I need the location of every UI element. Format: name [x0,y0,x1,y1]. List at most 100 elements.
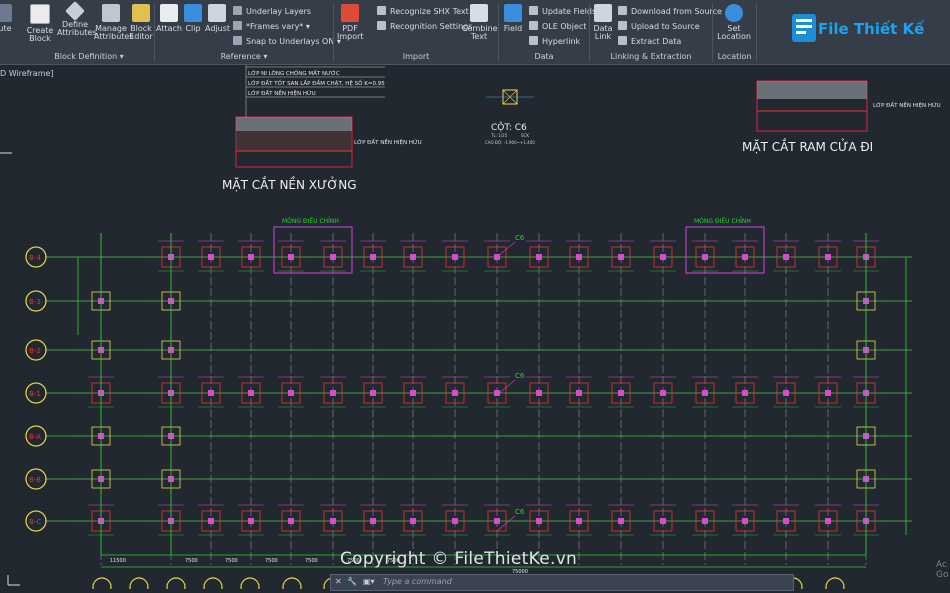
update-fields-button[interactable]: Update Fields [529,5,596,18]
section-note: LỚP NI LÔNG CHỐNG MẤT NƯỚC [248,69,340,77]
command-line[interactable]: ✕ 🔧 ▣▾ Type a command [330,574,794,591]
ole-object-button[interactable]: OLE Object [529,20,586,33]
bottom-axis-bubble [129,577,149,593]
foundation-plan [0,152,912,593]
frames-vary-dropdown[interactable]: *Frames vary* ▾ [233,20,310,33]
attach-icon [160,4,178,22]
attach-button[interactable]: Attach [156,4,182,33]
command-input[interactable]: Type a command [383,577,452,586]
download-from-source-button[interactable]: Download from Source [618,5,722,18]
underlay-layers-button[interactable]: Underlay Layers [233,5,311,18]
c6-tag: C6 [515,234,525,242]
column-mark [452,390,458,396]
ribbon-button-ute[interactable]: ute [0,4,16,33]
snap-underlays-dropdown[interactable]: Snap to Underlays ON ▾ [233,35,341,48]
column-mark [576,390,582,396]
section-note: LỚP ĐẤT TỐT SAN LẤP ĐẦM CHẶT, HỆ SỐ K=0.… [248,79,385,87]
clip-button[interactable]: Clip [183,4,203,33]
bottom-dim-text: 7500 [185,558,198,564]
close-icon[interactable]: ✕ [335,577,342,586]
clip-icon [184,4,202,22]
adjust-icon [208,4,226,22]
column-mark [702,390,708,396]
column-mark [702,254,708,260]
panel-import: Import [402,52,430,61]
field-button[interactable]: Field [501,4,525,33]
panel-location: Location [717,52,752,61]
column-scale: TL: 1/25 [490,133,508,138]
bottom-axis-bubble [282,577,302,593]
column-mark [618,390,624,396]
filethietke-logo: File Thiết Kế.vn [786,10,950,48]
pencil-icon [132,4,150,22]
axis-label: B-B [29,476,41,484]
column-mark [410,254,416,260]
column-mark [494,518,500,524]
upload-to-source-button[interactable]: Upload to Source [618,20,700,33]
bottom-dim-text: 7500 [265,558,278,564]
axis-label: B-2 [29,347,41,355]
column-mark [742,254,748,260]
axis-label: B-1 [29,390,41,398]
tag-icon [65,1,85,21]
set-location-button[interactable]: Set Location [715,4,753,41]
manage-attributes-icon [102,4,120,22]
panel-data: Data [534,52,554,61]
title-nen-xuong: MẶT CẮT NỀN XƯỞNG [222,176,357,192]
activate-windows-hint: Ac Go [936,560,949,580]
panel-reference[interactable]: Reference ▾ [155,51,333,63]
column-mark [248,518,254,524]
download-icon [618,6,627,15]
block-editor-button[interactable]: Block Editor [128,4,154,41]
column-mark [410,390,416,396]
column-mark [208,518,214,524]
panel-block-definition[interactable]: Block Definition ▾ [24,51,154,63]
c6-tag: C6 [515,508,525,516]
soil-label: LỚP ĐẤT NỀN HIỆN HỮU [354,138,422,146]
mong-dieu-chinh-label: MÓNG ĐIỀU CHỈNH [282,217,339,225]
pdf-import-button[interactable]: PDF Import [337,4,364,41]
adjust-button[interactable]: Adjust [205,4,230,33]
section-ram [756,80,868,132]
column-mark [536,254,542,260]
extract-data-button[interactable]: Extract Data [618,35,681,48]
column-mark [208,390,214,396]
column-mark [248,390,254,396]
create-block-icon [30,4,50,24]
concrete-layer [236,117,352,131]
title-ram: MẶT CẮT RAM CỬA ĐI [742,138,873,154]
define-attributes-button[interactable]: Define Attributes [57,1,97,37]
create-block-button[interactable]: Create Block [24,4,56,43]
column-c6-detail [486,89,534,105]
command-history-icon[interactable]: ▣▾ [363,577,375,586]
drawing-canvas[interactable]: BÊ TÔNG Mác 400, DÀY 200, THÉP Ø10a200 T… [0,59,950,593]
wrench-icon[interactable]: 🔧 [347,577,357,586]
bottom-dim-text: 11500 [110,558,126,564]
section-note: LỚP ĐẤT NỀN HIỆN HỮU [248,89,316,97]
extract-icon [618,36,627,45]
viewport-label[interactable]: D Wireframe] [0,69,54,78]
data-link-button[interactable]: Data Link [592,4,614,41]
column-mark [618,518,624,524]
column-elevation: CAO ĐỘ: -1.900~+1.400 [485,140,535,145]
recognition-settings-button[interactable]: Recognition Settings [377,20,472,33]
recognize-shx-text-button[interactable]: Recognize SHX Text [377,5,469,18]
column-scale-2: SCK [521,133,529,138]
column-mark [330,254,336,260]
column-mark [702,518,708,524]
pdf-icon [341,4,359,22]
bottom-dim-text: 7500 [225,558,238,564]
column-mark [452,254,458,260]
column-mark [370,518,376,524]
combine-text-button[interactable]: Combine Text [462,4,498,41]
globe-icon [725,4,743,22]
field-icon [504,4,522,22]
hyperlink-button[interactable]: Hyperlink [529,35,580,48]
frames-icon [233,21,242,30]
column-mark [660,518,666,524]
column-mark [288,390,294,396]
column-mark [825,390,831,396]
column-mark [536,518,542,524]
bottom-axis-bubble [825,577,845,593]
manage-attributes-button[interactable]: Manage Attributes [94,4,134,41]
